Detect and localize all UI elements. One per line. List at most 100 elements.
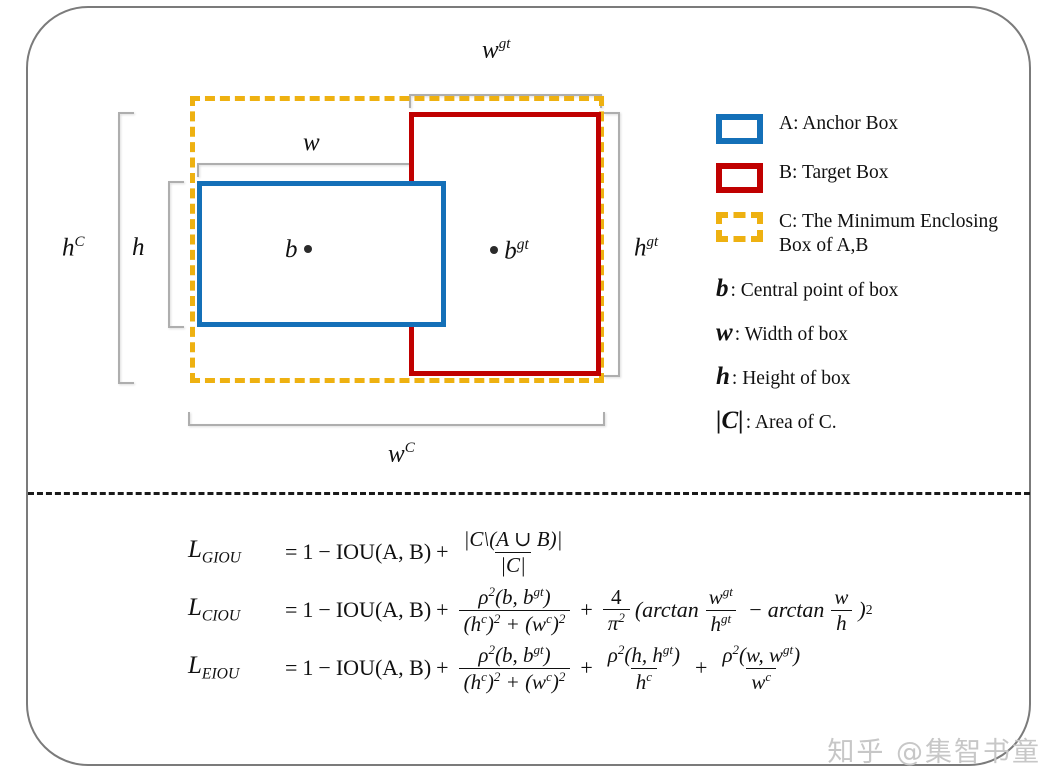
label-w-gt: wgt: [482, 36, 510, 64]
formula-ciou-eq: =: [285, 597, 298, 622]
formula-ciou-name: L: [188, 594, 202, 622]
label-h: h: [132, 234, 145, 262]
formula-giou-subscript: GIOU: [201, 549, 241, 567]
bracket-h: [168, 181, 184, 328]
formula-ciou-arctan2: arctan: [767, 597, 825, 622]
center-point-target-dot-icon: [490, 245, 498, 254]
label-h-c: hC: [62, 234, 85, 262]
label-h-text: h: [132, 234, 145, 261]
formula-eiou: LEIOU = 1 − IOU(A, B) + ρ2(b, bgt) (hc)2…: [188, 639, 948, 697]
legend-def-b: b : Central point of box: [716, 275, 1026, 303]
bracket-w-c: [188, 412, 605, 426]
rho-args: (w, w: [739, 643, 783, 668]
formula-ciou-distance-denominator: (hc)2 + (wc)2: [458, 609, 571, 636]
label-h-c-sup: C: [74, 234, 85, 250]
formula-eiou-one: 1: [302, 655, 314, 680]
wc-sup: c: [765, 668, 772, 684]
formula-giou-iou: IOU(A, B): [335, 539, 432, 564]
den-w-exp: 2: [558, 610, 566, 626]
formula-giou-fraction: |C\(A ∪ B)| |C|: [459, 528, 568, 576]
formula-eiou-plus3: +: [695, 655, 708, 680]
formula-eiou-minus: −: [318, 655, 331, 680]
formula-ciou-alpha-fraction: 4 π2: [602, 584, 630, 635]
formula-ciou-lhs: LCIOU: [188, 594, 280, 626]
rho-symbol: ρ: [607, 643, 618, 668]
formula-eiou-distance-fraction: ρ2(b, bgt) (hc)2 + (wc)2: [458, 643, 571, 694]
wc-base: w: [751, 669, 766, 694]
legend-label-anchor-box: A: Anchor Box: [779, 113, 899, 134]
den-h-sup: c: [481, 610, 487, 626]
label-w-text: w: [303, 129, 320, 156]
formula-ciou-subscript: CIOU: [201, 607, 241, 625]
rho-args-sup: gt: [533, 642, 544, 658]
formula-ciou-gt-ratio-fraction: wgt hgt: [704, 585, 738, 635]
center-point-target-label: b: [504, 237, 517, 265]
formula-giou-denominator: |C|: [495, 551, 531, 576]
center-point-target: bgt: [490, 236, 529, 265]
formula-eiou-eq: =: [285, 655, 298, 680]
formula-giou-lhs: LGIOU: [188, 536, 280, 568]
legend-swatch-yellow-dashed-rect-icon: [716, 212, 763, 242]
formula-eiou-height-denominator: hc: [630, 667, 658, 693]
formula-ciou-alpha-numerator: 4: [611, 584, 622, 609]
formula-giou-plus: +: [436, 539, 449, 564]
rho-args-sup: gt: [662, 642, 674, 658]
den-plus: +: [505, 669, 520, 694]
formula-eiou-width-numerator: ρ2(w, wgt): [717, 643, 805, 667]
formula-eiou-width-denominator: wc: [746, 667, 777, 694]
formula-eiou-plus2: +: [580, 655, 593, 680]
legend-item-target-box: B: Target Box: [716, 161, 1026, 193]
label-h-gt-base: h: [634, 234, 647, 262]
formula-ciou-plus2: +: [580, 597, 593, 622]
formula-eiou-plus: +: [436, 655, 449, 680]
den-w: (w: [525, 611, 547, 636]
rho-symbol: ρ: [722, 643, 733, 668]
formula-eiou-height-fraction: ρ2(h, hgt) hc: [603, 643, 685, 693]
formula-eiou-distance-numerator: ρ2(b, bgt): [473, 643, 555, 667]
loss-formulas: LGIOU = 1 − IOU(A, B) + |C\(A ∪ B)| |C| …: [188, 523, 948, 697]
formula-ciou-minus: −: [318, 597, 331, 622]
rho-args: (h, h: [624, 643, 663, 668]
hgt-sup: gt: [721, 610, 732, 626]
rho-symbol: ρ: [478, 643, 489, 668]
rho-args-end: ): [673, 643, 681, 668]
legend-def-h-desc: : Height of box: [731, 368, 851, 390]
rho-args-end: ): [793, 643, 801, 668]
formula-ciou-iou: IOU(A, B): [335, 597, 432, 622]
formula-ciou-ratio-fraction: w h: [829, 586, 853, 634]
label-w: w: [303, 129, 320, 157]
legend-swatch-blue-rect-icon: [716, 114, 763, 144]
label-h-c-base: h: [62, 234, 75, 262]
formula-ciou-distance-numerator: ρ2(b, bgt): [473, 585, 555, 609]
legend-def-area-c-desc: : Area of C.: [745, 412, 837, 434]
diagram-page: w wgt wC h hC hgt b bgt A: Anchor Box B:…: [0, 0, 1057, 783]
bracket-h-gt: [604, 112, 620, 377]
rho-symbol: ρ: [478, 585, 489, 610]
formula-eiou-name: L: [188, 652, 202, 680]
formula-ciou-close-paren: ): [858, 597, 866, 622]
center-point-anchor-dot-icon: [303, 244, 312, 253]
den-h: (h: [463, 611, 482, 636]
legend-def-w-desc: : Width of box: [734, 324, 848, 346]
den-h-exp: 2: [493, 610, 501, 626]
formula-ciou-distance-fraction: ρ2(b, bgt) (hc)2 + (wc)2: [458, 585, 571, 636]
label-w-c-base: w: [388, 440, 405, 468]
label-w-c: wC: [388, 440, 415, 468]
label-w-c-sup: C: [404, 440, 415, 456]
formula-ciou-minus2: −: [747, 597, 763, 622]
formula-ciou: LCIOU = 1 − IOU(A, B) + ρ2(b, bgt) (hc)2…: [188, 581, 948, 639]
formula-ciou-alpha-denominator: π2: [602, 609, 630, 634]
legend-def-h: h : Height of box: [716, 363, 1026, 391]
formula-ciou-close-exp: 2: [865, 602, 873, 617]
formula-ciou-gt-ratio-numerator: wgt: [704, 585, 738, 609]
formula-eiou-height-numerator: ρ2(h, hgt): [603, 643, 685, 667]
formula-ciou-plus: +: [436, 597, 449, 622]
formula-eiou-lhs: LEIOU: [188, 652, 280, 684]
label-h-gt-sup: gt: [646, 234, 659, 250]
formula-giou-one: 1: [302, 539, 314, 564]
formula-eiou-distance-denominator: (hc)2 + (wc)2: [458, 667, 571, 694]
rho-args: (b, b: [494, 585, 534, 610]
legend-item-enclosing-box: C: The Minimum Enclosing Box of A,B: [716, 210, 1026, 258]
rho-args-end: ): [543, 643, 551, 668]
wgt-sup: gt: [722, 584, 733, 600]
